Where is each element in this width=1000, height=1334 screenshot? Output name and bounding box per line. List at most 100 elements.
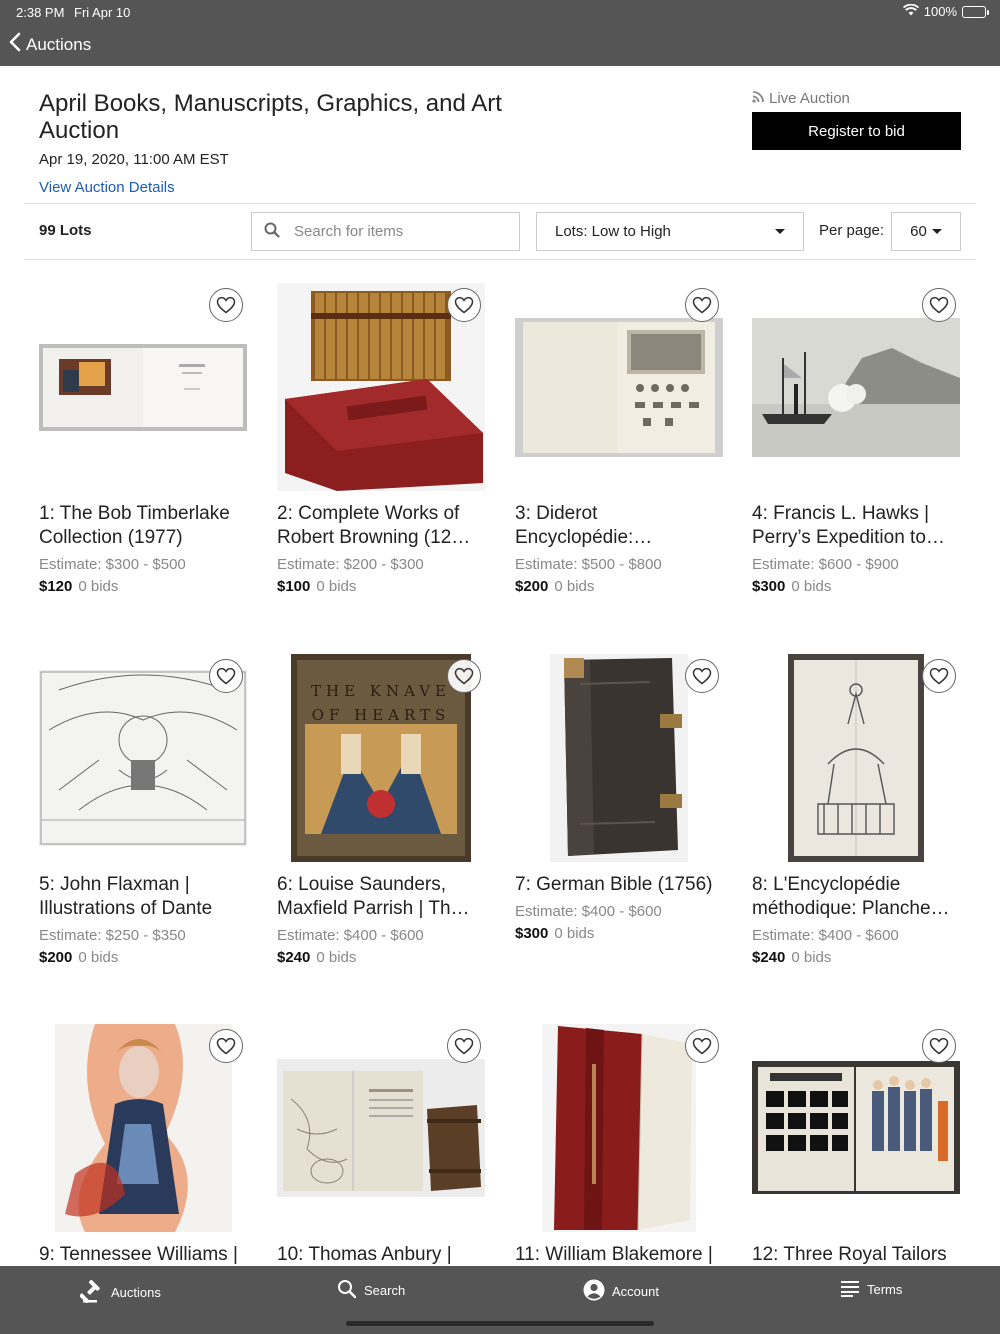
search-input[interactable]: Search for items <box>251 212 520 251</box>
lot-bids: 0 bids <box>78 949 119 966</box>
view-auction-details-link[interactable]: View Auction Details <box>39 179 175 196</box>
lot-card[interactable]: 2: Complete Works of Robert Browning (12… <box>277 283 485 595</box>
lot-title[interactable]: 7: German Bible (1756) <box>515 873 723 897</box>
lot-bid-info: $300 0 bids <box>515 925 723 942</box>
lot-bids: 0 bids <box>791 949 832 966</box>
caret-down-icon <box>931 229 942 234</box>
lot-title[interactable]: 5: John Flaxman | Illustrations of Dante <box>39 873 247 921</box>
search-icon <box>264 222 280 242</box>
tab-search[interactable]: Search <box>337 1279 405 1302</box>
favorite-heart-icon[interactable] <box>447 288 481 322</box>
auction-title: April Books, Manuscripts, Graphics, and … <box>39 90 502 144</box>
ship-print-image <box>752 318 960 457</box>
dante-illustration-image <box>39 670 247 846</box>
battery-icon <box>962 5 989 18</box>
status-date: Fri Apr 10 <box>74 5 131 20</box>
lot-image[interactable] <box>515 283 723 491</box>
favorite-heart-icon[interactable] <box>922 1029 956 1063</box>
live-auction-text: Live Auction <box>769 90 850 107</box>
tab-auctions[interactable]: Auctions <box>79 1279 161 1306</box>
lot-card[interactable]: 8: L'Encyclopédie méthodique: Planche… E… <box>752 654 960 966</box>
account-icon <box>583 1279 605 1304</box>
leather-bible-image <box>550 654 688 862</box>
tab-account-label: Account <box>612 1284 659 1299</box>
book-cover-title-line-2: OF HEARTS <box>311 706 451 724</box>
lot-title[interactable]: 6: Louise Saunders, Maxfield Parrish | T… <box>277 873 485 921</box>
favorite-heart-icon[interactable] <box>447 659 481 693</box>
lot-image[interactable] <box>515 654 723 862</box>
lot-card[interactable]: 10: Thomas Anbury | <box>277 1024 485 1267</box>
lot-title[interactable]: 9: Tennessee Williams | <box>39 1243 247 1267</box>
lot-bid-info: $200 0 bids <box>515 578 723 595</box>
lot-estimate: Estimate: $400 - $600 <box>277 927 424 944</box>
equestrian-plate-image <box>788 654 924 862</box>
tab-terms[interactable]: Terms <box>840 1279 902 1300</box>
live-auction-label: Live Auction <box>752 90 850 107</box>
lot-estimate: Estimate: $200 - $300 <box>277 556 424 573</box>
lot-title[interactable]: 8: L'Encyclopédie méthodique: Planche… <box>752 873 960 921</box>
lot-title[interactable]: 3: Diderot Encyclopédie:… <box>515 502 723 550</box>
lot-title[interactable]: 2: Complete Works of Robert Browning (12… <box>277 502 485 550</box>
favorite-heart-icon[interactable] <box>447 1029 481 1063</box>
per-page-label: Per page: <box>819 222 885 239</box>
lot-card[interactable]: THE KNAVE OF HEARTS 6: Louise Saunders, … <box>277 654 485 966</box>
favorite-heart-icon[interactable] <box>209 1029 243 1063</box>
favorite-heart-icon[interactable] <box>922 288 956 322</box>
register-to-bid-button[interactable]: Register to bid <box>752 112 961 150</box>
lot-image[interactable] <box>39 283 247 491</box>
home-indicator[interactable] <box>346 1321 654 1326</box>
lot-card[interactable]: 1: The Bob Timberlake Collection (1977) … <box>39 283 247 595</box>
lot-title[interactable]: 12: Three Royal Tailors <box>752 1243 960 1267</box>
lot-image[interactable] <box>39 654 247 862</box>
list-icon <box>840 1279 860 1300</box>
gavel-icon <box>79 1279 104 1306</box>
lot-image[interactable]: THE KNAVE OF HEARTS <box>277 654 485 862</box>
lot-bid-info: $200 0 bids <box>39 949 247 966</box>
lot-image[interactable] <box>277 1024 485 1232</box>
tailor-catalog-image <box>752 1061 960 1194</box>
lot-bids: 0 bids <box>316 578 357 595</box>
lot-card[interactable]: 5: John Flaxman | Illustrations of Dante… <box>39 654 247 966</box>
status-right: 100% <box>902 3 989 19</box>
encyclopedia-plate-image <box>515 318 723 457</box>
favorite-heart-icon[interactable] <box>685 1029 719 1063</box>
lot-image[interactable] <box>752 654 960 862</box>
lot-price: $200 <box>39 949 73 966</box>
lot-image[interactable] <box>39 1024 247 1232</box>
favorite-heart-icon[interactable] <box>685 288 719 322</box>
lot-title[interactable]: 10: Thomas Anbury | <box>277 1243 485 1267</box>
lot-title[interactable]: 1: The Bob Timberlake Collection (1977) <box>39 502 247 550</box>
tab-account[interactable]: Account <box>583 1279 659 1304</box>
lot-image[interactable] <box>752 1024 960 1232</box>
lot-card[interactable]: 3: Diderot Encyclopédie:… Estimate: $500… <box>515 283 723 595</box>
open-book-image <box>39 344 247 431</box>
lot-estimate: Estimate: $400 - $600 <box>752 927 899 944</box>
lot-title[interactable]: 11: William Blakemore | <box>515 1243 723 1267</box>
sort-dropdown[interactable]: Lots: Low to High <box>536 212 804 251</box>
lot-card[interactable]: 4: Francis L. Hawks | Perry’s Expedition… <box>752 283 960 595</box>
lot-card[interactable]: 12: Three Royal Tailors <box>752 1024 960 1267</box>
lot-image[interactable] <box>277 283 485 491</box>
battery-percent: 100% <box>923 4 957 19</box>
lot-card[interactable]: 11: William Blakemore | <box>515 1024 723 1267</box>
lot-card[interactable]: 9: Tennessee Williams | <box>39 1024 247 1267</box>
favorite-heart-icon[interactable] <box>209 659 243 693</box>
lot-image[interactable] <box>752 283 960 491</box>
lot-card[interactable]: 7: German Bible (1756) Estimate: $400 - … <box>515 654 723 942</box>
knave-of-hearts-book-image: THE KNAVE OF HEARTS <box>291 654 471 862</box>
lot-bid-info: $300 0 bids <box>752 578 960 595</box>
per-page-dropdown[interactable]: 60 <box>891 212 961 251</box>
lot-bids: 0 bids <box>316 949 357 966</box>
lot-title[interactable]: 4: Francis L. Hawks | Perry’s Expedition… <box>752 502 960 550</box>
lot-image[interactable] <box>515 1024 723 1232</box>
lot-price: $300 <box>515 925 549 942</box>
caret-down-icon <box>775 229 785 234</box>
lot-price: $300 <box>752 578 786 595</box>
favorite-heart-icon[interactable] <box>922 659 956 693</box>
favorite-heart-icon[interactable] <box>685 659 719 693</box>
favorite-heart-icon[interactable] <box>209 288 243 322</box>
back-button[interactable]: Auctions <box>8 32 91 57</box>
lot-estimate: Estimate: $500 - $800 <box>515 556 662 573</box>
lot-bids: 0 bids <box>554 925 595 942</box>
lot-price: $240 <box>752 949 786 966</box>
